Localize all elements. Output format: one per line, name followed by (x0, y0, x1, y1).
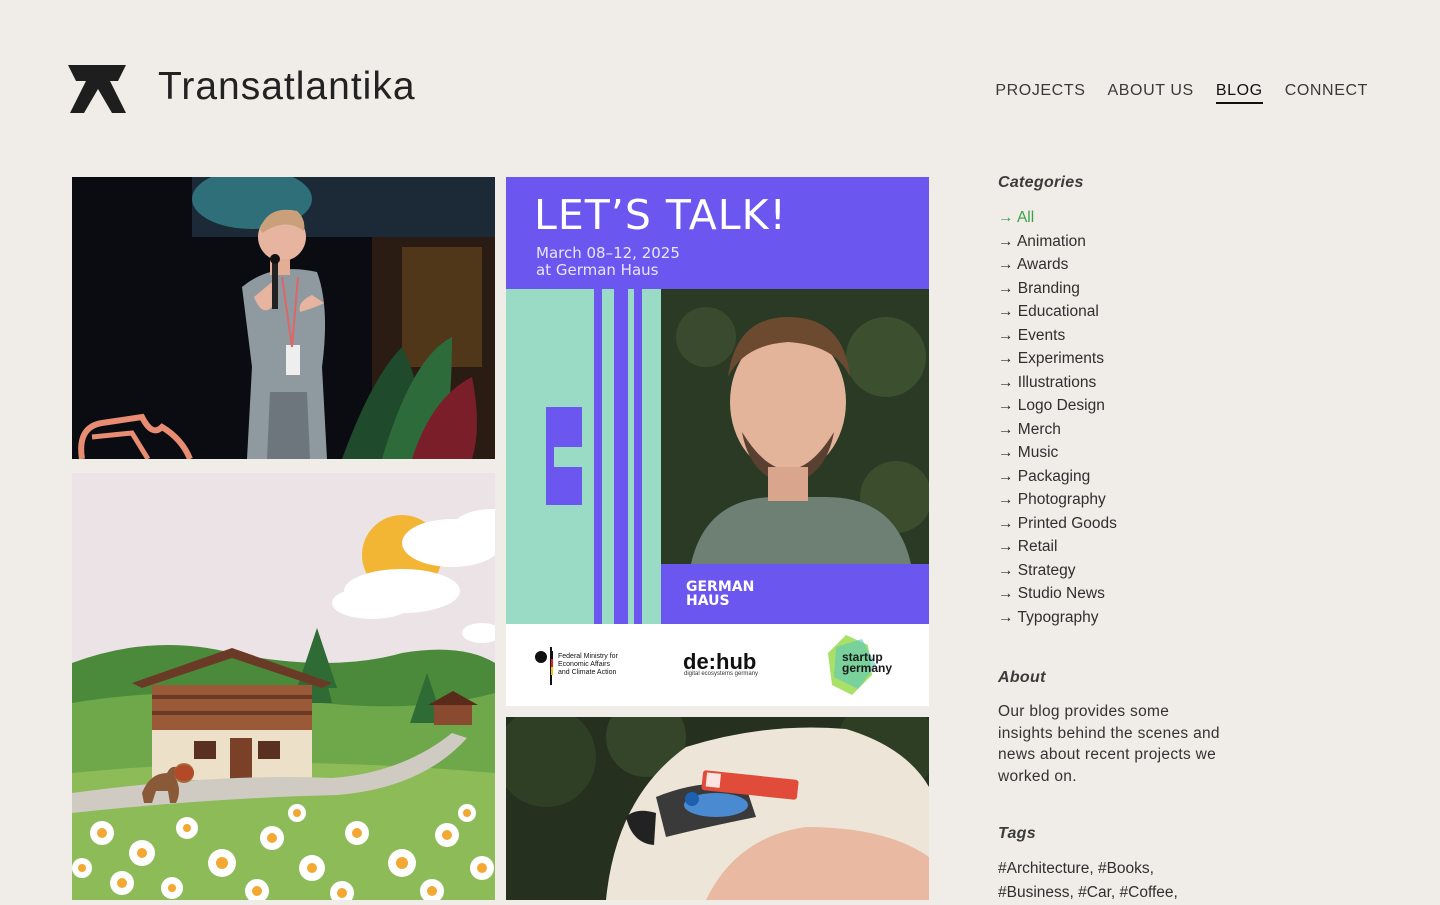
category-typography[interactable]: → Typography (998, 606, 1228, 630)
tag-coffee[interactable]: #Coffee, (1120, 884, 1178, 901)
partner-startup-germany-logo: startup germany (842, 651, 893, 675)
nav-blog[interactable]: BLOG (1215, 82, 1263, 104)
speaker-photo-image (72, 177, 495, 459)
tag-architecture[interactable]: #Architecture, (998, 860, 1094, 877)
category-all[interactable]: → All (998, 206, 1228, 230)
tag-books[interactable]: #Books, (1098, 860, 1154, 877)
category-merch[interactable]: → Merch (998, 418, 1228, 442)
nav-about-us[interactable]: ABOUT US (1108, 82, 1194, 104)
post-tile-event-poster[interactable]: LET’S TALK! March 08–12, 2025 at German … (506, 177, 929, 706)
category-printed-goods[interactable]: → Printed Goods (998, 512, 1228, 536)
category-music[interactable]: → Music (998, 441, 1228, 465)
poster-brand-line1: GERMAN (686, 579, 755, 595)
poster-brand-german-haus: GERMAN HAUS (686, 580, 754, 608)
poster-date: March 08–12, 2025 (536, 244, 680, 262)
post-tile-illustration[interactable] (72, 473, 495, 900)
partner-dehub-subtitle: digital ecosystems germany (684, 671, 759, 677)
category-strategy[interactable]: → Strategy (998, 559, 1228, 583)
category-list: → All → Animation → Awards → Branding → … (998, 206, 1228, 629)
category-photography[interactable]: → Photography (998, 488, 1228, 512)
tag-business[interactable]: #Business, (998, 884, 1074, 901)
partner-startup-line2: germany (842, 661, 893, 675)
tag-list: #Architecture, #Books, #Business, #Car, … (998, 857, 1228, 905)
main-nav: PROJECTS ABOUT US BLOG CONNECT (995, 82, 1368, 104)
category-retail[interactable]: → Retail (998, 535, 1228, 559)
partner-ministry-logo: Federal Ministry for Economic Affairs an… (558, 653, 618, 676)
category-educational[interactable]: → Educational (998, 300, 1228, 324)
post-tile-car-photo[interactable] (506, 717, 929, 900)
site-header: Transatlantika PROJECTS ABOUT US BLOG CO… (0, 0, 1440, 150)
nav-connect[interactable]: CONNECT (1285, 82, 1368, 104)
category-illustrations[interactable]: → Illustrations (998, 371, 1228, 395)
category-packaging[interactable]: → Packaging (998, 465, 1228, 489)
categories-title: Categories (998, 174, 1084, 191)
nav-projects[interactable]: PROJECTS (995, 82, 1085, 104)
category-logo-design[interactable]: → Logo Design (998, 394, 1228, 418)
k-arrow-logo-icon[interactable] (68, 63, 128, 115)
category-studio-news[interactable]: → Studio News (998, 582, 1228, 606)
category-events[interactable]: → Events (998, 324, 1228, 348)
poster-venue: at German Haus (536, 261, 659, 279)
category-branding[interactable]: → Branding (998, 277, 1228, 301)
car-photo-image (506, 717, 929, 900)
blog-sidebar: Categories → All → Animation → Awards → … (998, 174, 1228, 905)
poster-title: LET’S TALK! (534, 191, 787, 239)
about-text: Our blog provides some insights behind t… (998, 703, 1220, 785)
category-animation[interactable]: → Animation (998, 230, 1228, 254)
tag-car[interactable]: #Car, (1078, 884, 1115, 901)
tags-title: Tags (998, 825, 1036, 842)
poster-brand-line2: HAUS (686, 593, 730, 609)
brand-name[interactable]: Transatlantika (158, 64, 416, 110)
category-awards[interactable]: → Awards (998, 253, 1228, 277)
about-title: About (998, 669, 1046, 686)
category-experiments[interactable]: → Experiments (998, 347, 1228, 371)
post-tile-speaker-photo[interactable] (72, 177, 495, 459)
chalet-illustration-image (72, 473, 495, 900)
